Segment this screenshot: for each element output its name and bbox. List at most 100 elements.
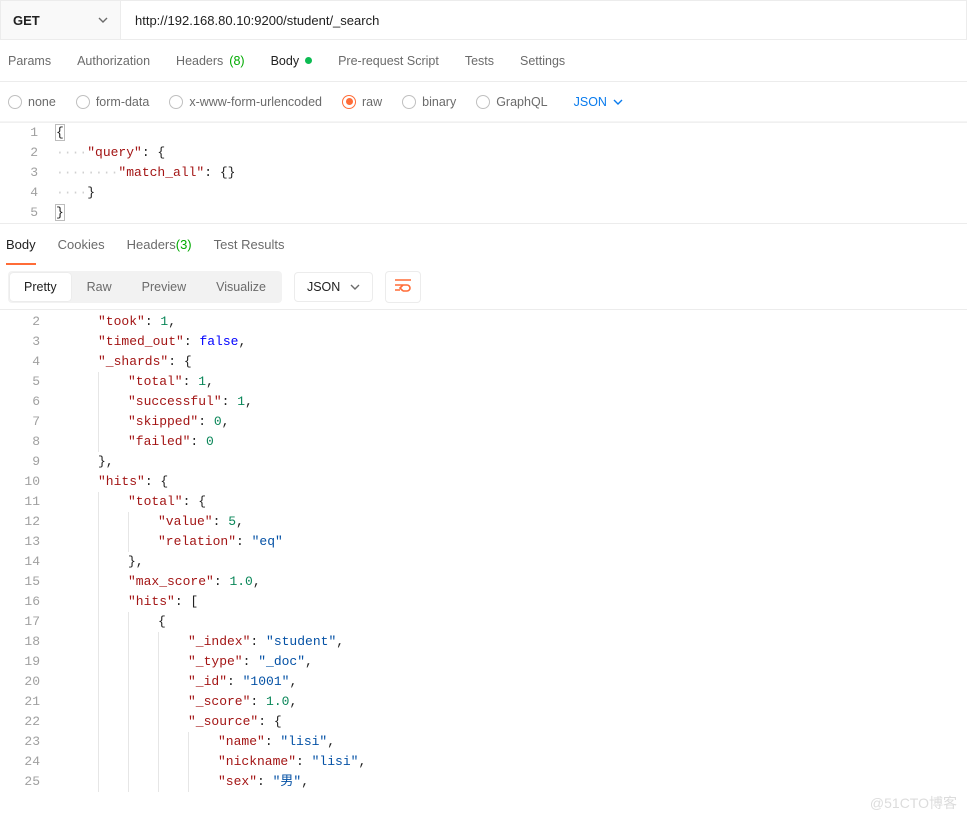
line-number: 8 <box>0 432 56 452</box>
request-url-bar: GET http://192.168.80.10:9200/student/_s… <box>0 0 967 40</box>
tab-headers[interactable]: Headers (8) <box>176 40 245 81</box>
http-method-selector[interactable]: GET <box>1 1 121 39</box>
watermark: @51CTO博客 <box>870 793 957 813</box>
radio-none[interactable]: none <box>8 95 56 109</box>
line-number: 5 <box>0 203 56 223</box>
code-line: 23"name": "lisi", <box>0 732 967 752</box>
code-line: 8"failed": 0 <box>0 432 967 452</box>
tab-authorization[interactable]: Authorization <box>77 40 150 81</box>
code-content: "_score": 1.0, <box>56 692 297 712</box>
code-line: 3········"match_all": {} <box>0 163 967 183</box>
line-number: 15 <box>0 572 56 592</box>
code-content: "hits": { <box>56 472 168 492</box>
code-content: "_index": "student", <box>56 632 344 652</box>
code-content: "sex": "男", <box>56 772 309 792</box>
view-preview[interactable]: Preview <box>128 273 200 301</box>
tab-body[interactable]: Body <box>271 40 313 81</box>
code-line: 4"_shards": { <box>0 352 967 372</box>
request-body-editor[interactable]: 1{2····"query": {3········"match_all": {… <box>0 122 967 224</box>
code-line: 15"max_score": 1.0, <box>0 572 967 592</box>
code-line: 22"_source": { <box>0 712 967 732</box>
line-number: 7 <box>0 412 56 432</box>
code-content: "max_score": 1.0, <box>56 572 261 592</box>
radio-raw[interactable]: raw <box>342 95 382 109</box>
code-line: 7"skipped": 0, <box>0 412 967 432</box>
radio-icon <box>342 95 356 109</box>
code-line: 5"total": 1, <box>0 372 967 392</box>
code-content: "_id": "1001", <box>56 672 297 692</box>
code-content: }, <box>56 452 114 472</box>
line-number: 9 <box>0 452 56 472</box>
code-line: 24"nickname": "lisi", <box>0 752 967 772</box>
line-number: 18 <box>0 632 56 652</box>
response-body-editor[interactable]: 2"took": 1,3"timed_out": false,4"_shards… <box>0 310 967 792</box>
line-number: 11 <box>0 492 56 512</box>
code-line: 20"_id": "1001", <box>0 672 967 692</box>
tab-params[interactable]: Params <box>8 40 51 81</box>
response-tabs: Body Cookies Headers (3) Test Results <box>0 224 967 264</box>
line-number: 21 <box>0 692 56 712</box>
line-number: 24 <box>0 752 56 772</box>
radio-binary[interactable]: binary <box>402 95 456 109</box>
code-line: 18"_index": "student", <box>0 632 967 652</box>
line-number: 12 <box>0 512 56 532</box>
resp-tab-cookies[interactable]: Cookies <box>58 224 105 264</box>
radio-icon <box>76 95 90 109</box>
chevron-down-icon <box>98 15 108 25</box>
view-raw[interactable]: Raw <box>73 273 126 301</box>
line-number: 3 <box>0 332 56 352</box>
line-number: 2 <box>0 143 56 163</box>
code-line: 3"timed_out": false, <box>0 332 967 352</box>
code-content: "failed": 0 <box>56 432 214 452</box>
raw-language-selector[interactable]: JSON <box>574 95 623 109</box>
code-content: ········"match_all": {} <box>56 163 235 183</box>
chevron-down-icon <box>350 282 360 292</box>
code-content: }, <box>56 552 144 572</box>
code-line: 9}, <box>0 452 967 472</box>
line-number: 17 <box>0 612 56 632</box>
code-content: { <box>56 123 64 143</box>
code-line: 6"successful": 1, <box>0 392 967 412</box>
resp-tab-headers[interactable]: Headers (3) <box>127 224 192 264</box>
radio-icon <box>8 95 22 109</box>
chevron-down-icon <box>613 97 623 107</box>
radio-xwww[interactable]: x-www-form-urlencoded <box>169 95 322 109</box>
wrap-icon <box>394 278 412 295</box>
line-number: 25 <box>0 772 56 792</box>
line-number: 5 <box>0 372 56 392</box>
code-line: 14}, <box>0 552 967 572</box>
view-visualize[interactable]: Visualize <box>202 273 280 301</box>
view-pretty[interactable]: Pretty <box>10 273 71 301</box>
code-line: 13"relation": "eq" <box>0 532 967 552</box>
wrap-lines-button[interactable] <box>385 271 421 303</box>
code-line: 4····} <box>0 183 967 203</box>
code-content: "took": 1, <box>56 312 176 332</box>
radio-icon <box>402 95 416 109</box>
code-content: "name": "lisi", <box>56 732 335 752</box>
code-content: } <box>56 203 64 223</box>
line-number: 20 <box>0 672 56 692</box>
response-format-selector[interactable]: JSON <box>294 272 373 302</box>
radio-graphql[interactable]: GraphQL <box>476 95 547 109</box>
tab-tests[interactable]: Tests <box>465 40 494 81</box>
modified-dot-icon <box>305 57 312 64</box>
line-number: 14 <box>0 552 56 572</box>
code-content: "value": 5, <box>56 512 244 532</box>
code-content: "total": 1, <box>56 372 214 392</box>
line-number: 3 <box>0 163 56 183</box>
tab-prerequest[interactable]: Pre-request Script <box>338 40 439 81</box>
view-mode-segment: Pretty Raw Preview Visualize <box>8 271 282 303</box>
resp-tab-tests[interactable]: Test Results <box>214 224 285 264</box>
line-number: 22 <box>0 712 56 732</box>
code-line: 5} <box>0 203 967 223</box>
url-input[interactable]: http://192.168.80.10:9200/student/_searc… <box>121 13 966 28</box>
line-number: 16 <box>0 592 56 612</box>
code-content: ····} <box>56 183 95 203</box>
tab-settings[interactable]: Settings <box>520 40 565 81</box>
code-line: 21"_score": 1.0, <box>0 692 967 712</box>
resp-tab-body[interactable]: Body <box>6 224 36 264</box>
radio-form-data[interactable]: form-data <box>76 95 150 109</box>
code-line: 2····"query": { <box>0 143 967 163</box>
code-line: 25"sex": "男", <box>0 772 967 792</box>
code-line: 16"hits": [ <box>0 592 967 612</box>
